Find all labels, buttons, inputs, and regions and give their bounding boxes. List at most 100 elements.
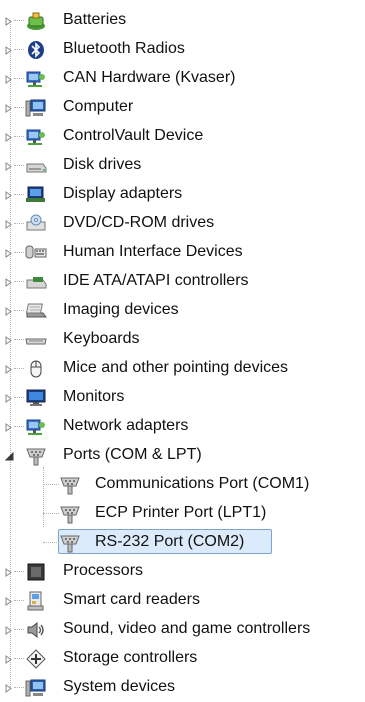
hid-icon — [24, 242, 48, 264]
expand-arrow-icon[interactable] — [4, 16, 14, 26]
tree-category-label: Network adapters — [63, 417, 189, 434]
tree-category-processors[interactable]: Processors — [0, 557, 365, 586]
tree-category-imaging-devices[interactable]: Imaging devices — [0, 296, 365, 325]
expand-arrow-icon[interactable] — [4, 567, 14, 577]
tree-category-computer[interactable]: Computer — [0, 93, 365, 122]
tree-category-label: Computer — [63, 98, 134, 115]
tree-category-network-adapters[interactable]: Network adapters — [0, 412, 365, 441]
tree-category-dvd-cd-rom-drives[interactable]: DVD/CD-ROM drives — [0, 209, 365, 238]
tree-category-label: System devices — [63, 678, 176, 695]
tree-connector — [14, 600, 24, 601]
tree-category-storage-controllers[interactable]: Storage controllers — [0, 644, 365, 673]
expand-arrow-icon[interactable] — [4, 364, 14, 374]
tree-connector — [14, 310, 24, 311]
port-icon — [58, 532, 82, 554]
expand-arrow-icon[interactable] — [4, 190, 14, 200]
tree-category-label: Smart card readers — [63, 591, 200, 608]
tree-category-label: Human Interface Devices — [63, 243, 243, 260]
network-device-icon — [24, 126, 48, 148]
expand-arrow-icon[interactable] — [4, 654, 14, 664]
tree-category-smart-card-readers[interactable]: Smart card readers — [0, 586, 365, 615]
tree-category-monitors[interactable]: Monitors — [0, 383, 365, 412]
expand-arrow-icon[interactable] — [4, 625, 14, 635]
system-devices-icon — [24, 677, 48, 699]
expand-arrow-icon[interactable] — [4, 683, 14, 693]
ide-controller-icon — [24, 271, 48, 293]
tree-category-label: Batteries — [63, 11, 127, 28]
mouse-icon — [24, 358, 48, 380]
tree-category-label: Monitors — [63, 388, 125, 405]
tree-connector — [14, 49, 24, 50]
expand-arrow-icon[interactable] — [4, 74, 14, 84]
tree-connector — [14, 629, 24, 630]
tree-connector — [14, 571, 24, 572]
tree-child-guide-line — [43, 467, 44, 527]
keyboard-icon — [24, 329, 48, 351]
tree-category-display-adapters[interactable]: Display adapters — [0, 180, 365, 209]
tree-connector — [14, 252, 24, 253]
tree-connector — [43, 484, 59, 485]
dvd-drive-icon — [24, 213, 48, 235]
network-device-icon — [24, 68, 48, 90]
tree-category-mice-and-other-pointing-devices[interactable]: Mice and other pointing devices — [0, 354, 365, 383]
tree-connector — [14, 107, 24, 108]
tree-category-can-hardware-kvaser[interactable]: CAN Hardware (Kvaser) — [0, 64, 365, 93]
tree-category-label: Keyboards — [63, 330, 140, 347]
device-manager-tree: Batteries Bluetooth Radios CAN Hardware (K… — [0, 0, 365, 700]
tree-connector — [14, 658, 24, 659]
disk-drive-icon — [24, 155, 48, 177]
tree-category-ports-com-lpt[interactable]: Ports (COM & LPT) — [0, 441, 365, 470]
expand-arrow-icon[interactable] — [4, 45, 14, 55]
collapse-arrow-icon[interactable] — [4, 451, 14, 461]
tree-category-keyboards[interactable]: Keyboards — [0, 325, 365, 354]
expand-arrow-icon[interactable] — [4, 422, 14, 432]
expand-arrow-icon[interactable] — [4, 248, 14, 258]
tree-category-disk-drives[interactable]: Disk drives — [0, 151, 365, 180]
tree-connector — [43, 542, 59, 543]
computer-icon — [24, 97, 48, 119]
expand-arrow-icon[interactable] — [4, 132, 14, 142]
expand-arrow-icon[interactable] — [4, 103, 14, 113]
tree-category-system-devices[interactable]: System devices — [0, 673, 365, 702]
tree-category-ide-ata-atapi-controllers[interactable]: IDE ATA/ATAPI controllers — [0, 267, 365, 296]
tree-category-batteries[interactable]: Batteries — [0, 6, 365, 35]
tree-category-label: Processors — [63, 562, 144, 579]
tree-category-controlvault-device[interactable]: ControlVault Device — [0, 122, 365, 151]
expand-arrow-icon[interactable] — [4, 306, 14, 316]
port-icon — [58, 474, 82, 496]
tree-category-label: Disk drives — [63, 156, 142, 173]
bluetooth-icon — [24, 39, 48, 61]
tree-child-label: Communications Port (COM1) — [95, 475, 310, 492]
tree-category-label: CAN Hardware (Kvaser) — [63, 69, 236, 86]
tree-child-communications-port-com1[interactable]: Communications Port (COM1) — [0, 470, 365, 499]
expand-arrow-icon[interactable] — [4, 161, 14, 171]
tree-category-label: Mice and other pointing devices — [63, 359, 289, 376]
expand-arrow-icon[interactable] — [4, 393, 14, 403]
monitor-icon — [24, 387, 48, 409]
tree-child-ecp-printer-port-lpt1[interactable]: ECP Printer Port (LPT1) — [0, 499, 365, 528]
tree-connector — [14, 78, 24, 79]
port-icon — [58, 503, 82, 525]
tree-category-bluetooth-radios[interactable]: Bluetooth Radios — [0, 35, 365, 64]
display-adapter-icon — [24, 184, 48, 206]
tree-category-label: Ports (COM & LPT) — [63, 446, 202, 463]
tree-category-label: Display adapters — [63, 185, 183, 202]
tree-child-rs-232-port-com2[interactable]: RS-232 Port (COM2) — [0, 528, 365, 557]
tree-category-sound-video-and-game-controllers[interactable]: Sound, video and game controllers — [0, 615, 365, 644]
tree-category-human-interface-devices[interactable]: Human Interface Devices — [0, 238, 365, 267]
tree-connector — [14, 397, 24, 398]
expand-arrow-icon[interactable] — [4, 335, 14, 345]
tree-connector — [14, 20, 24, 21]
tree-connector — [14, 368, 24, 369]
tree-connector — [14, 194, 24, 195]
expand-arrow-icon[interactable] — [4, 219, 14, 229]
tree-category-label: ControlVault Device — [63, 127, 204, 144]
tree-category-label: Storage controllers — [63, 649, 198, 666]
tree-category-label: Bluetooth Radios — [63, 40, 185, 57]
speaker-icon — [24, 619, 48, 641]
expand-arrow-icon[interactable] — [4, 596, 14, 606]
storage-controller-icon — [24, 648, 48, 670]
expand-arrow-icon[interactable] — [4, 277, 14, 287]
tree-connector — [14, 339, 24, 340]
tree-connector — [14, 281, 24, 282]
